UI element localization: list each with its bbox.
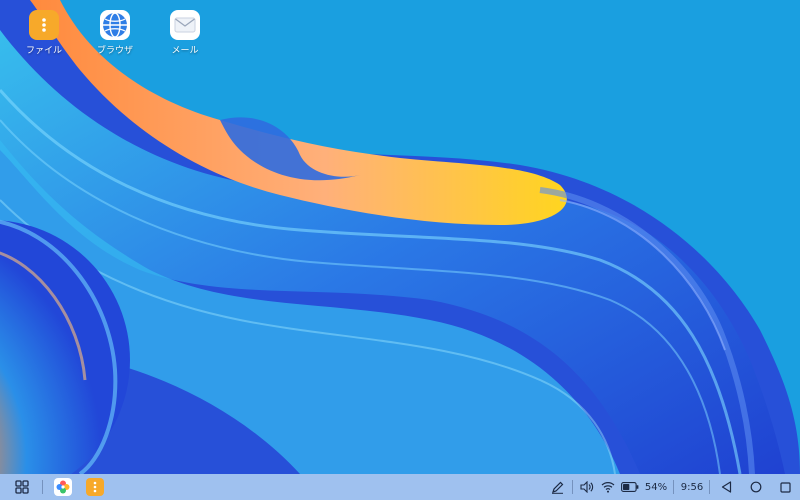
desktop-icon-browser[interactable]: ブラウザ	[85, 10, 145, 56]
clock-time: 9:56	[680, 481, 704, 493]
browser-icon	[100, 10, 130, 40]
desktop-icon-files[interactable]: ファイル	[14, 10, 74, 56]
clock[interactable]: 9:56	[679, 477, 705, 497]
wallpaper	[0, 0, 800, 474]
battery-level-fill	[623, 484, 630, 490]
back-icon[interactable]	[716, 477, 736, 497]
wallpaper-art	[0, 0, 800, 474]
desktop-icon-label: メール	[171, 46, 199, 56]
recents-icon[interactable]	[775, 477, 795, 497]
taskbar-separator	[572, 480, 573, 494]
home-icon[interactable]	[746, 477, 766, 497]
pen-icon[interactable]	[548, 477, 566, 497]
taskbar-separator	[709, 480, 710, 494]
desktop-icon-label: ブラウザ	[96, 46, 133, 56]
taskbar-files-icon[interactable]	[84, 477, 106, 497]
taskbar-separator	[42, 480, 43, 494]
battery-icon[interactable]	[620, 477, 640, 497]
taskbar: 54% 9:56	[0, 474, 800, 500]
desktop-icon-label: ファイル	[25, 46, 62, 56]
battery-percent-text: 54%	[644, 481, 668, 493]
mail-icon	[170, 10, 200, 40]
gallery-icon[interactable]	[52, 477, 74, 497]
app-grid-icon[interactable]	[12, 477, 32, 497]
taskbar-separator	[673, 480, 674, 494]
battery-percent: 54%	[644, 477, 668, 497]
files-icon	[29, 10, 59, 40]
volume-icon[interactable]	[578, 477, 596, 497]
desktop-icon-mail[interactable]: メール	[155, 10, 215, 56]
wifi-icon[interactable]	[599, 477, 617, 497]
